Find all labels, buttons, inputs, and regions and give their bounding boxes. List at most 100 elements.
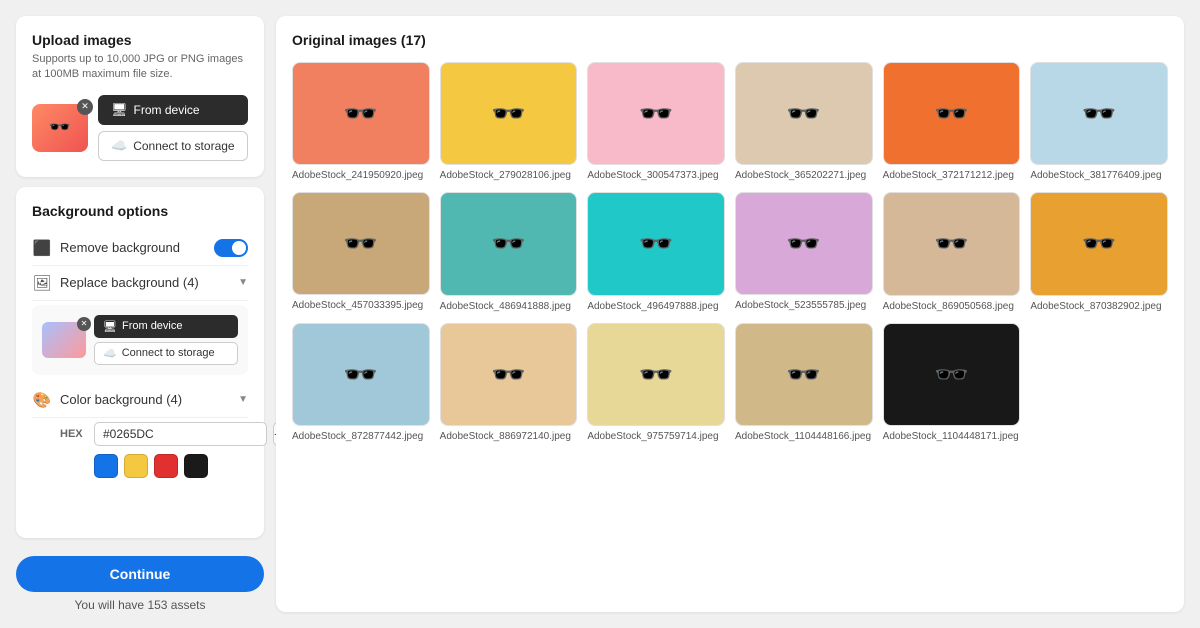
glasses-image: 🕶️ xyxy=(441,63,577,164)
replace-bg-icon: 🖼 xyxy=(32,274,52,292)
image-filename: AdobeStock_523555785.jpeg xyxy=(735,299,873,312)
replace-thumbnail: ✕ xyxy=(42,322,86,358)
image-thumb[interactable]: 🕶️ xyxy=(735,323,873,426)
right-panel: Original images (17) 🕶️ AdobeStock_241950… xyxy=(276,16,1184,612)
image-filename: AdobeStock_496497888.jpeg xyxy=(587,300,725,313)
from-device-button[interactable]: 🖥 From device xyxy=(98,95,248,125)
hex-row: HEX + xyxy=(60,422,248,446)
color-bg-chevron: ▼ xyxy=(238,394,248,405)
color-bg-label: Color background (4) xyxy=(60,392,182,407)
replace-bg-label: Replace background (4) xyxy=(60,275,199,290)
cloud-icon: ☁️ xyxy=(111,138,127,154)
replace-connect-storage-button[interactable]: ☁️ Connect to storage xyxy=(94,342,238,365)
image-thumb[interactable]: 🕶️ xyxy=(883,62,1021,165)
gallery-header: Original images (17) xyxy=(292,32,1168,48)
glasses-image: 🕶️ xyxy=(884,324,1020,425)
color-bg-expand[interactable]: ▼ xyxy=(238,394,248,405)
glasses-image: 🕶️ xyxy=(736,324,872,425)
replace-storage-label: Connect to storage xyxy=(122,347,215,359)
glasses-image: 🕶️ xyxy=(884,63,1020,164)
remove-bg-row: ⬛ Remove background xyxy=(32,231,248,266)
glasses-image: 🕶️ xyxy=(441,324,577,425)
image-grid: 🕶️AdobeStock_241950920.jpeg🕶️AdobeStock_… xyxy=(292,62,1168,443)
glasses-image: 🕶️ xyxy=(736,193,872,294)
image-filename: AdobeStock_300547373.jpeg xyxy=(587,169,725,182)
glasses-image: 🕶️ xyxy=(736,63,872,164)
image-filename: AdobeStock_365202271.jpeg xyxy=(735,169,873,182)
upload-area: 🕶️ ✕ 🖥 From device ☁️ Connect to storage xyxy=(32,95,248,161)
device-icon: 🖥 xyxy=(111,102,128,118)
upload-card: Upload images Supports up to 10,000 JPG … xyxy=(16,16,264,177)
from-device-label: From device xyxy=(134,103,200,117)
hex-input[interactable] xyxy=(94,422,267,446)
image-filename: AdobeStock_241950920.jpeg xyxy=(292,169,430,182)
upload-title: Upload images xyxy=(32,32,248,48)
remove-upload-button[interactable]: ✕ xyxy=(77,99,93,115)
image-thumb[interactable]: 🕶️ xyxy=(735,192,873,295)
color-bg-left: 🎨 Color background (4) xyxy=(32,391,182,409)
image-thumb[interactable]: 🕶️ xyxy=(440,192,578,295)
image-filename: AdobeStock_279028106.jpeg xyxy=(440,169,578,182)
color-swatches xyxy=(94,454,248,478)
image-filename: AdobeStock_872877442.jpeg xyxy=(292,430,430,443)
glasses-image: 🕶️ xyxy=(441,193,577,294)
left-panel: Upload images Supports up to 10,000 JPG … xyxy=(16,16,264,612)
connect-storage-button[interactable]: ☁️ Connect to storage xyxy=(98,131,248,161)
swatch-black[interactable] xyxy=(184,454,208,478)
image-thumb[interactable]: 🕶️ xyxy=(1030,62,1168,165)
replace-bg-subsection: ✕ 🖥 From device ☁️ Connect to storage xyxy=(32,305,248,375)
image-filename: AdobeStock_886972140.jpeg xyxy=(440,430,578,443)
swatch-red[interactable] xyxy=(154,454,178,478)
glasses-image: 🕶️ xyxy=(884,193,1020,294)
device-icon-2: 🖥 xyxy=(103,320,117,333)
glasses-image: 🕶️ xyxy=(293,324,429,425)
replace-from-device-button[interactable]: 🖥 From device xyxy=(94,315,238,338)
color-section: HEX + xyxy=(60,422,248,478)
image-thumb[interactable]: 🕶️ xyxy=(440,62,578,165)
replace-bg-chevron: ▼ xyxy=(238,277,248,288)
replace-bg-left: 🖼 Replace background (4) xyxy=(32,274,199,292)
image-thumb[interactable]: 🕶️ xyxy=(587,62,725,165)
list-item: 🕶️ AdobeStock_886972140.jpeg xyxy=(440,323,578,443)
list-item: 🕶️AdobeStock_372171212.jpeg xyxy=(883,62,1021,182)
image-filename: AdobeStock_975759714.jpeg xyxy=(587,430,725,443)
swatch-yellow[interactable] xyxy=(124,454,148,478)
image-thumb[interactable]: 🕶️ xyxy=(292,192,430,295)
list-item: 🕶️ AdobeStock_523555785.jpeg xyxy=(735,192,873,312)
swatch-blue[interactable] xyxy=(94,454,118,478)
list-item: 🕶️ AdobeStock_300547373.jpeg xyxy=(587,62,725,182)
image-thumb[interactable]: 🕶️ xyxy=(883,192,1021,295)
image-thumb[interactable]: 🕶️ xyxy=(587,323,725,426)
app-container: Upload images Supports up to 10,000 JPG … xyxy=(0,0,1200,628)
list-item: 🕶️ AdobeStock_869050568.jpeg xyxy=(883,192,1021,312)
assets-note: You will have 153 assets xyxy=(16,598,264,612)
image-thumb[interactable]: 🕶️ xyxy=(735,62,873,165)
image-thumb[interactable]: 🕶️ xyxy=(883,323,1021,426)
bottom-section: Continue You will have 153 assets xyxy=(16,556,264,612)
image-filename: AdobeStock_869050568.jpeg xyxy=(883,300,1021,313)
image-thumb[interactable]: 🕶️ xyxy=(440,323,578,426)
remove-bg-toggle[interactable] xyxy=(214,239,248,257)
image-filename: AdobeStock_1104448166.jpeg xyxy=(735,430,873,443)
image-thumb[interactable]: 🕶️ xyxy=(292,323,430,426)
replace-bg-expand[interactable]: ▼ xyxy=(238,277,248,288)
glasses-image: 🕶️ xyxy=(293,63,429,164)
list-item: 🕶️ AdobeStock_1104448171.jpeg xyxy=(883,323,1021,443)
image-filename: AdobeStock_1104448171.jpeg xyxy=(883,430,1021,443)
list-item: 🕶️ AdobeStock_365202271.jpeg xyxy=(735,62,873,182)
replace-buttons: 🖥 From device ☁️ Connect to storage xyxy=(94,315,238,365)
image-thumb[interactable]: 🕶️ xyxy=(587,192,725,295)
list-item: 🕶️AdobeStock_486941888.jpeg xyxy=(440,192,578,312)
continue-button[interactable]: Continue xyxy=(16,556,264,592)
color-bg-row: 🎨 Color background (4) ▼ xyxy=(32,383,248,418)
image-thumb[interactable]: 🕶️ xyxy=(292,62,430,165)
bg-options-title: Background options xyxy=(32,203,248,219)
remove-replace-button[interactable]: ✕ xyxy=(77,317,91,331)
image-filename: AdobeStock_870382902.jpeg xyxy=(1030,300,1168,313)
image-thumb[interactable]: 🕶️ xyxy=(1030,192,1168,295)
glasses-image: 🕶️ xyxy=(588,193,724,294)
list-item: 🕶️AdobeStock_457033395.jpeg xyxy=(292,192,430,312)
list-item: 🕶️ AdobeStock_975759714.jpeg xyxy=(587,323,725,443)
replace-device-label: From device xyxy=(122,320,183,332)
hex-label: HEX xyxy=(60,428,88,440)
